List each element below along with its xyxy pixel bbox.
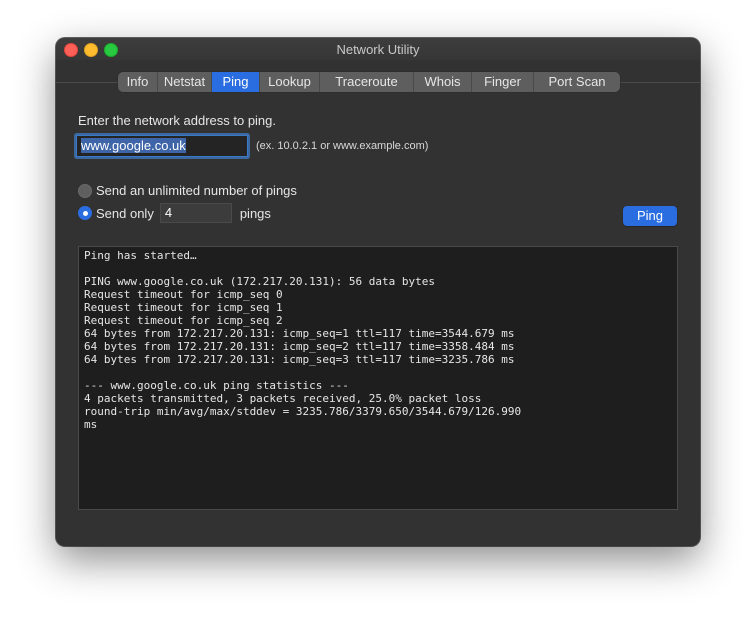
output-line: 64 bytes from 172.217.20.131: icmp_seq=3…	[84, 353, 515, 366]
address-prompt: Enter the network address to ping.	[78, 113, 277, 128]
tab-info[interactable]: Info	[118, 72, 158, 92]
output-line: ms	[84, 418, 98, 431]
tab-finger[interactable]: Finger	[472, 72, 534, 92]
ping-count-unit: pings	[239, 205, 271, 221]
output-line: --- www.google.co.uk ping statistics ---	[84, 379, 349, 392]
output-line: Request timeout for icmp_seq 1	[84, 301, 283, 314]
tab-bar: Info Netstat Ping Lookup Traceroute Whois Fing…	[118, 72, 620, 92]
send-only-option[interactable]: Send only 4 pings	[78, 203, 271, 223]
address-input-value: www.google.co.uk	[81, 138, 186, 153]
network-utility-window: Network Utility Info Netstat Ping Lookup Tra…	[56, 38, 700, 546]
unlimited-pings-option[interactable]: Send an unlimited number of pings	[78, 183, 297, 198]
output-line: PING www.google.co.uk (172.217.20.131): …	[84, 275, 435, 288]
send-only-radio[interactable]	[78, 206, 92, 220]
send-only-label: Send only	[96, 205, 154, 221]
output-line: 4 packets transmitted, 3 packets receive…	[84, 392, 482, 405]
window-title: Network Utility	[336, 42, 420, 57]
tab-whois[interactable]: Whois	[414, 72, 472, 92]
tab-traceroute[interactable]: Traceroute	[320, 72, 414, 92]
ping-output[interactable]: Ping has started… PING www.google.co.uk (…	[78, 246, 678, 510]
ping-count-input[interactable]: 4	[159, 203, 232, 223]
output-line: round-trip min/avg/max/stddev = 3235.786…	[84, 405, 522, 418]
unlimited-radio[interactable]	[78, 183, 92, 198]
unlimited-label: Send an unlimited number of pings	[96, 183, 297, 198]
tab-ping[interactable]: Ping	[212, 72, 260, 92]
output-line: Request timeout for icmp_seq 0	[84, 288, 283, 301]
ping-button[interactable]: Ping	[623, 206, 677, 226]
output-line: 64 bytes from 172.217.20.131: icmp_seq=1…	[84, 327, 515, 340]
output-line: Request timeout for icmp_seq 2	[84, 314, 283, 327]
output-line: Ping has started…	[84, 249, 197, 262]
title-bar[interactable]: Network Utility	[56, 38, 700, 60]
tab-lookup[interactable]: Lookup	[260, 72, 320, 92]
output-line: 64 bytes from 172.217.20.131: icmp_seq=2…	[84, 340, 515, 353]
address-hint: (ex. 10.0.2.1 or www.example.com)	[256, 140, 429, 152]
tab-port-scan[interactable]: Port Scan	[534, 72, 620, 92]
tab-netstat[interactable]: Netstat	[158, 72, 212, 92]
address-input[interactable]: www.google.co.uk	[76, 135, 248, 157]
